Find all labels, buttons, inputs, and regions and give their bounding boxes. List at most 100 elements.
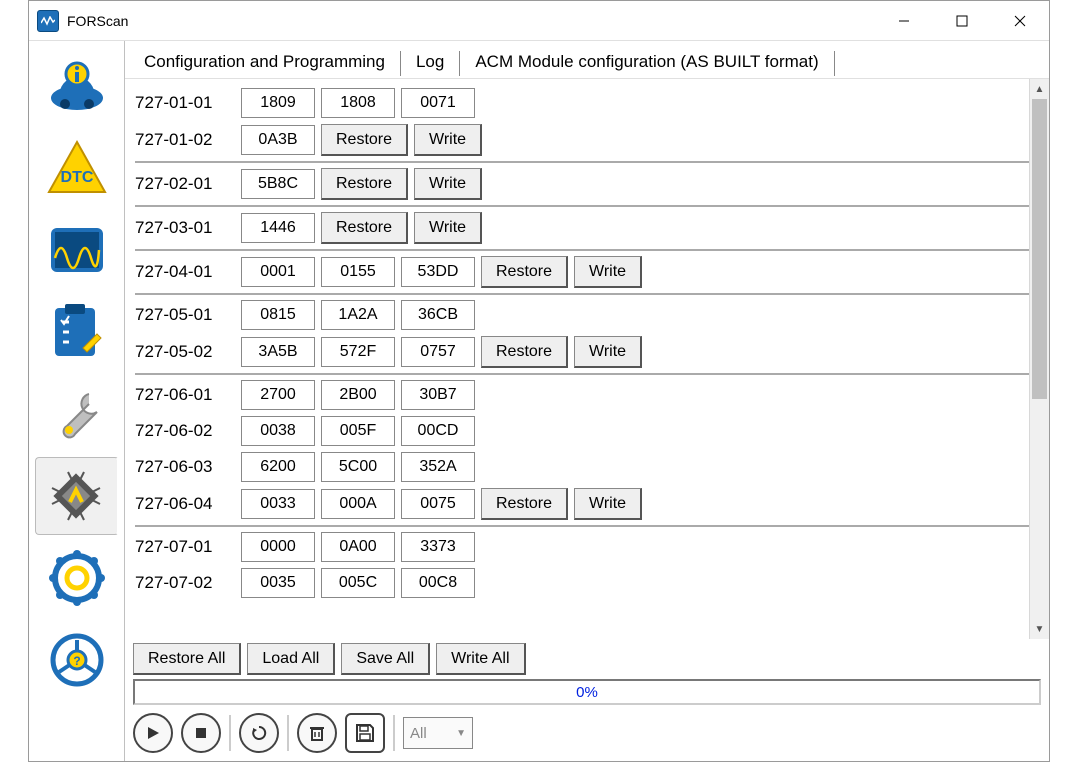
filter-value: All <box>410 725 427 742</box>
save-button[interactable] <box>345 713 385 753</box>
sidebar-oscilloscope[interactable] <box>35 211 119 289</box>
hex-input[interactable] <box>241 300 315 330</box>
write-button[interactable]: Write <box>414 168 482 200</box>
row-label: 727-01-01 <box>135 93 241 113</box>
config-row: 727-04-01RestoreWrite <box>135 253 1039 291</box>
scroll-up-icon[interactable]: ▲ <box>1030 79 1049 99</box>
hex-input[interactable] <box>241 568 315 598</box>
row-label: 727-06-03 <box>135 457 241 477</box>
stop-button[interactable] <box>181 713 221 753</box>
config-row: 727-01-01 <box>135 85 1039 121</box>
hex-input[interactable] <box>401 532 475 562</box>
restore-button[interactable]: Restore <box>481 488 568 520</box>
hex-input[interactable] <box>241 337 315 367</box>
write-all-button[interactable]: Write All <box>436 643 525 675</box>
restore-button[interactable]: Restore <box>321 212 408 244</box>
row-label: 727-05-02 <box>135 342 241 362</box>
hex-input[interactable] <box>321 380 395 410</box>
minimize-button[interactable] <box>875 1 933 40</box>
svg-text:?: ? <box>73 654 80 668</box>
restore-button[interactable]: Restore <box>321 124 408 156</box>
tab-module-config[interactable]: ACM Module configuration (AS BUILT forma… <box>462 47 831 78</box>
window-title: FORScan <box>67 13 875 29</box>
hex-input[interactable] <box>401 416 475 446</box>
hex-input[interactable] <box>241 169 315 199</box>
config-row: 727-05-02 RestoreWrite <box>135 333 1039 371</box>
hex-input[interactable] <box>321 452 395 482</box>
sidebar-service[interactable] <box>35 375 119 453</box>
hex-input[interactable] <box>401 568 475 598</box>
config-row: 727-06-01 <box>135 377 1039 413</box>
play-button[interactable] <box>133 713 173 753</box>
sidebar-vehicle-info[interactable] <box>35 47 119 125</box>
hex-input[interactable] <box>401 380 475 410</box>
hex-input[interactable] <box>321 532 395 562</box>
filter-select[interactable]: All ▼ <box>403 717 473 749</box>
config-row: 727-06-02 <box>135 413 1039 449</box>
sidebar: DTC ? <box>29 41 125 761</box>
sidebar-help[interactable]: ? <box>35 621 119 699</box>
delete-button[interactable] <box>297 713 337 753</box>
hex-input[interactable] <box>321 300 395 330</box>
write-button[interactable]: Write <box>414 212 482 244</box>
row-label: 727-05-01 <box>135 305 241 325</box>
hex-input[interactable] <box>241 532 315 562</box>
hex-input[interactable] <box>241 380 315 410</box>
hex-input[interactable] <box>241 489 315 519</box>
close-button[interactable] <box>991 1 1049 40</box>
row-label: 727-06-01 <box>135 385 241 405</box>
row-label: 727-07-01 <box>135 537 241 557</box>
save-all-button[interactable]: Save All <box>341 643 430 675</box>
restore-button[interactable]: Restore <box>481 256 568 288</box>
sidebar-chip[interactable] <box>35 457 119 535</box>
row-label: 727-07-02 <box>135 573 241 593</box>
sidebar-dtc[interactable]: DTC <box>35 129 119 207</box>
hex-input[interactable] <box>241 88 315 118</box>
hex-input[interactable] <box>241 125 315 155</box>
row-label: 727-03-01 <box>135 218 241 238</box>
hex-input[interactable] <box>401 337 475 367</box>
scroll-down-icon[interactable]: ▼ <box>1030 619 1049 639</box>
main-area: Configuration and Programming Log ACM Mo… <box>125 41 1049 761</box>
group-divider <box>135 293 1039 295</box>
config-row: 727-06-03 <box>135 449 1039 485</box>
tab-log[interactable]: Log <box>403 47 457 78</box>
hex-input[interactable] <box>401 88 475 118</box>
write-button[interactable]: Write <box>414 124 482 156</box>
tab-bar: Configuration and Programming Log ACM Mo… <box>125 41 1049 78</box>
group-divider <box>135 161 1039 163</box>
app-window: FORScan DTC <box>28 0 1050 762</box>
write-button[interactable]: Write <box>574 336 642 368</box>
hex-input[interactable] <box>401 257 475 287</box>
hex-input[interactable] <box>241 452 315 482</box>
hex-input[interactable] <box>321 489 395 519</box>
write-button[interactable]: Write <box>574 256 642 288</box>
row-label: 727-02-01 <box>135 174 241 194</box>
row-label: 727-06-04 <box>135 494 241 514</box>
hex-input[interactable] <box>321 416 395 446</box>
restore-button[interactable]: Restore <box>481 336 568 368</box>
refresh-button[interactable] <box>239 713 279 753</box>
window-controls <box>875 1 1049 40</box>
load-all-button[interactable]: Load All <box>247 643 335 675</box>
write-button[interactable]: Write <box>574 488 642 520</box>
hex-input[interactable] <box>401 300 475 330</box>
restore-button[interactable]: Restore <box>321 168 408 200</box>
sidebar-tests[interactable] <box>35 293 119 371</box>
hex-input[interactable] <box>241 257 315 287</box>
sidebar-settings[interactable] <box>35 539 119 617</box>
vertical-scrollbar[interactable]: ▲ ▼ <box>1029 79 1049 639</box>
hex-input[interactable] <box>401 452 475 482</box>
restore-all-button[interactable]: Restore All <box>133 643 241 675</box>
scrollbar-thumb[interactable] <box>1032 99 1047 399</box>
hex-input[interactable] <box>241 416 315 446</box>
hex-input[interactable] <box>321 337 395 367</box>
hex-input[interactable] <box>241 213 315 243</box>
tab-config[interactable]: Configuration and Programming <box>131 47 398 78</box>
hex-input[interactable] <box>401 489 475 519</box>
hex-input[interactable] <box>321 88 395 118</box>
maximize-button[interactable] <box>933 1 991 40</box>
group-divider <box>135 249 1039 251</box>
hex-input[interactable] <box>321 257 395 287</box>
hex-input[interactable] <box>321 568 395 598</box>
